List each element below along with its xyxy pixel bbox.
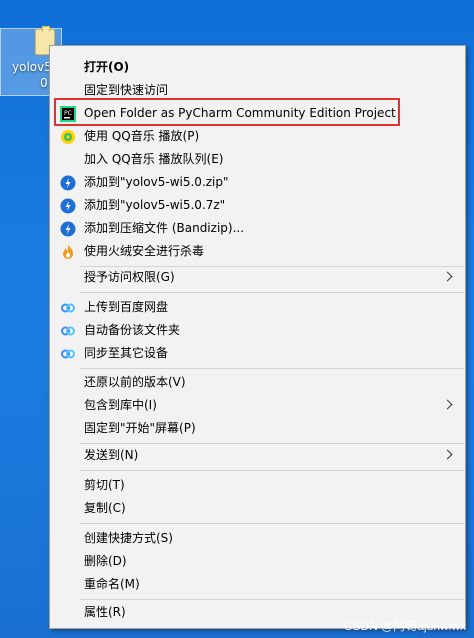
- menu-item-grant-access[interactable]: 授予访问权限(G): [50, 266, 465, 289]
- baidu-cloud-icon: [60, 300, 76, 316]
- menu-item-label: 同步至其它设备: [84, 346, 169, 360]
- menu-item-label: 加入 QQ音乐 播放队列(E): [84, 152, 224, 166]
- menu-item-delete[interactable]: 删除(D): [50, 550, 465, 573]
- menu-item-huorong-scan[interactable]: 使用火绒安全进行杀毒: [50, 240, 465, 263]
- menu-item-label: 打开(O): [84, 60, 130, 74]
- menu-item-label: 上传到百度网盘: [84, 300, 169, 314]
- menu-separator: [80, 368, 464, 369]
- baidu-cloud-icon: [60, 346, 76, 362]
- menu-item-qq-play[interactable]: 使用 QQ音乐 播放(P): [50, 125, 465, 148]
- menu-item-auto-backup[interactable]: 自动备份该文件夹: [50, 319, 465, 342]
- context-menu: 打开(O) 固定到快速访问 PC Open Folder as PyCharm …: [49, 45, 466, 629]
- menu-item-restore-versions[interactable]: 还原以前的版本(V): [50, 371, 465, 394]
- menu-item-label: 还原以前的版本(V): [84, 375, 186, 389]
- menu-item-label: 包含到库中(I): [84, 398, 157, 412]
- menu-item-add-zip[interactable]: 添加到"yolov5-wi5.0.zip": [50, 171, 465, 194]
- menu-item-label: 添加到压缩文件 (Bandizip)...: [84, 221, 245, 235]
- menu-item-label: 自动备份该文件夹: [84, 323, 181, 337]
- menu-separator: [80, 599, 464, 600]
- menu-item-label: 重命名(M): [84, 577, 140, 591]
- menu-item-copy[interactable]: 复制(C): [50, 497, 465, 520]
- menu-item-cut[interactable]: 剪切(T): [50, 474, 465, 497]
- menu-item-label: 创建快捷方式(S): [84, 531, 173, 545]
- bandizip-icon: [60, 198, 76, 214]
- menu-item-label: 剪切(T): [84, 478, 125, 492]
- menu-item-create-shortcut[interactable]: 创建快捷方式(S): [50, 527, 465, 550]
- menu-item-label: 发送到(N): [84, 448, 139, 462]
- menu-item-label: 使用 QQ音乐 播放(P): [84, 129, 200, 143]
- highlight-box: [54, 98, 400, 126]
- chevron-right-icon: [442, 271, 453, 282]
- menu-item-qq-queue[interactable]: 加入 QQ音乐 播放队列(E): [50, 148, 465, 171]
- menu-item-include-library[interactable]: 包含到库中(I): [50, 394, 465, 417]
- menu-item-sync-devices[interactable]: 同步至其它设备: [50, 342, 465, 365]
- baidu-cloud-icon: [60, 323, 76, 339]
- chevron-right-icon: [442, 449, 453, 460]
- menu-item-label: 添加到"yolov5-wi5.0.zip": [84, 175, 229, 189]
- menu-item-upload-baidu[interactable]: 上传到百度网盘: [50, 296, 465, 319]
- menu-item-send-to[interactable]: 发送到(N): [50, 444, 465, 467]
- chevron-right-icon: [442, 399, 453, 410]
- menu-item-pin-start[interactable]: 固定到"开始"屏幕(P): [50, 417, 465, 440]
- menu-separator: [80, 292, 464, 293]
- menu-item-label: 属性(R): [84, 605, 126, 619]
- menu-item-label: 删除(D): [84, 554, 127, 568]
- qq-music-icon: [60, 129, 76, 145]
- menu-item-add-archive[interactable]: 添加到压缩文件 (Bandizip)...: [50, 217, 465, 240]
- menu-item-rename[interactable]: 重命名(M): [50, 573, 465, 596]
- menu-item-label: 添加到"yolov5-wi5.0.7z": [84, 198, 226, 212]
- menu-item-open[interactable]: 打开(O): [50, 56, 465, 79]
- menu-item-label: 使用火绒安全进行杀毒: [84, 244, 205, 258]
- menu-item-add-7z[interactable]: 添加到"yolov5-wi5.0.7z": [50, 194, 465, 217]
- bandizip-icon: [60, 175, 76, 191]
- bandizip-icon: [60, 221, 76, 237]
- menu-item-label: 固定到"开始"屏幕(P): [84, 421, 196, 435]
- menu-item-label: 复制(C): [84, 501, 126, 515]
- watermark: CSDN @阿笱ajunwiwx: [343, 619, 466, 633]
- desktop-folder-label-line2: 0: [40, 76, 48, 90]
- menu-separator: [80, 523, 464, 524]
- huorong-icon: [60, 244, 76, 260]
- menu-item-label: 授予访问权限(G): [84, 270, 175, 284]
- menu-separator: [80, 470, 464, 471]
